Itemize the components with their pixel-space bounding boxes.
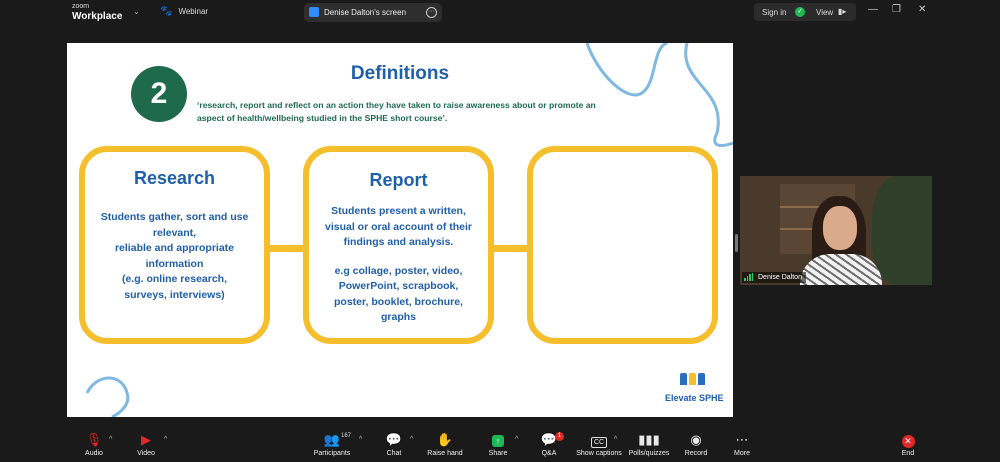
reflect-card-empty (527, 146, 718, 344)
panel-resize-handle[interactable] (735, 234, 738, 252)
chat-button[interactable]: 💬 Chat (383, 432, 405, 457)
minimize-icon[interactable]: — (868, 4, 878, 15)
signal-strength-icon (744, 273, 753, 281)
app-logo[interactable]: zoom Workplace (72, 2, 123, 22)
shared-slide: 2 Definitions ‘research, report and refl… (67, 43, 733, 417)
security-shield-icon[interactable]: ✓ (795, 7, 805, 17)
sign-in-button[interactable]: Sign in (762, 8, 786, 17)
share-button[interactable]: ↑ Share (487, 432, 509, 457)
more-button[interactable]: ⋯ More (731, 432, 753, 457)
chat-caret-icon[interactable]: ^ (410, 436, 413, 443)
participants-caret-icon[interactable]: ^ (359, 436, 362, 443)
video-button[interactable]: ▶ Video (134, 432, 158, 457)
record-button[interactable]: ◉ Record (683, 432, 709, 457)
chat-icon: 💬 (385, 432, 403, 447)
title-bar: zoom Workplace ⌄ 🐾 Webinar Denise Dalton… (0, 0, 1000, 24)
connector-bar (493, 245, 529, 252)
chevron-down-icon[interactable]: ⌄ (133, 7, 140, 16)
signin-view-group: Sign in ✓ View ▮▸ (754, 3, 856, 21)
polls-quizzes-button[interactable]: ▮▮▮ Polls/quizzes (628, 432, 670, 457)
card-title: Report (369, 170, 428, 190)
record-icon: ◉ (690, 432, 702, 447)
share-screen-icon: ↑ (487, 432, 509, 448)
slide-quote: ‘research, report and reflect on an acti… (197, 100, 596, 123)
screen-share-tab[interactable]: Denise Dalton's screen ··· (304, 3, 442, 22)
raise-hand-button[interactable]: ✋ Raise hand (427, 432, 463, 457)
webinar-label: 🐾 Webinar (160, 6, 209, 17)
audio-button[interactable]: 🎙 Audio (82, 432, 106, 457)
elevate-logo-icon (680, 373, 705, 385)
qa-notification-badge: 1 (555, 432, 564, 441)
more-ellipsis-icon: ⋯ (735, 432, 749, 447)
brand-large: Workplace (72, 11, 123, 22)
participants-count: 167 (341, 433, 352, 439)
meeting-toolbar: 🎙 Audio ^ ▶ Video ^ 👥 Participants 167 ^… (0, 428, 1000, 462)
audio-options-caret-icon[interactable]: ^ (109, 436, 112, 443)
paw-icon: 🐾 (160, 6, 173, 17)
ellipsis-icon[interactable]: ··· (426, 7, 437, 18)
share-caret-icon[interactable]: ^ (515, 436, 518, 443)
view-layout-icon[interactable]: ▮▸ (838, 7, 846, 16)
elevate-logo-text: Elevate SPHE (665, 393, 724, 403)
view-button[interactable]: View (816, 8, 833, 17)
slide-title: Definitions (350, 63, 450, 84)
restore-icon[interactable]: ❐ (892, 4, 901, 15)
polls-chart-icon: ▮▮▮ (638, 432, 660, 447)
meeting-stage: 2 Definitions ‘research, report and refl… (0, 24, 1000, 428)
plant (872, 176, 932, 285)
close-icon[interactable]: ✕ (918, 4, 926, 15)
connector-bar (268, 245, 304, 252)
screen-share-icon (309, 7, 319, 17)
end-button[interactable]: ✕ End (898, 432, 918, 457)
captions-caret-icon[interactable]: ^ (614, 436, 617, 443)
end-close-icon: ✕ (898, 432, 918, 448)
camera-off-icon: ▶ (141, 432, 151, 447)
participant-face (823, 206, 857, 250)
card-body: Students present a written, visual or or… (324, 205, 473, 323)
card-body: Students gather, sort and use relevant, … (100, 211, 249, 301)
video-options-caret-icon[interactable]: ^ (164, 436, 167, 443)
research-card: Research Students gather, sort and use r… (79, 146, 270, 344)
hand-icon: ✋ (436, 432, 454, 447)
brand-small: zoom (72, 3, 90, 10)
card-title: Research (133, 168, 216, 188)
report-card: Report Students present a written, visua… (303, 146, 494, 344)
participant-video-tile[interactable]: Denise Dalton (740, 176, 932, 285)
screen-share-label: Denise Dalton's screen (324, 8, 407, 17)
mic-muted-icon: 🎙 (85, 432, 103, 447)
slide-number-badge: 2 (131, 66, 187, 122)
